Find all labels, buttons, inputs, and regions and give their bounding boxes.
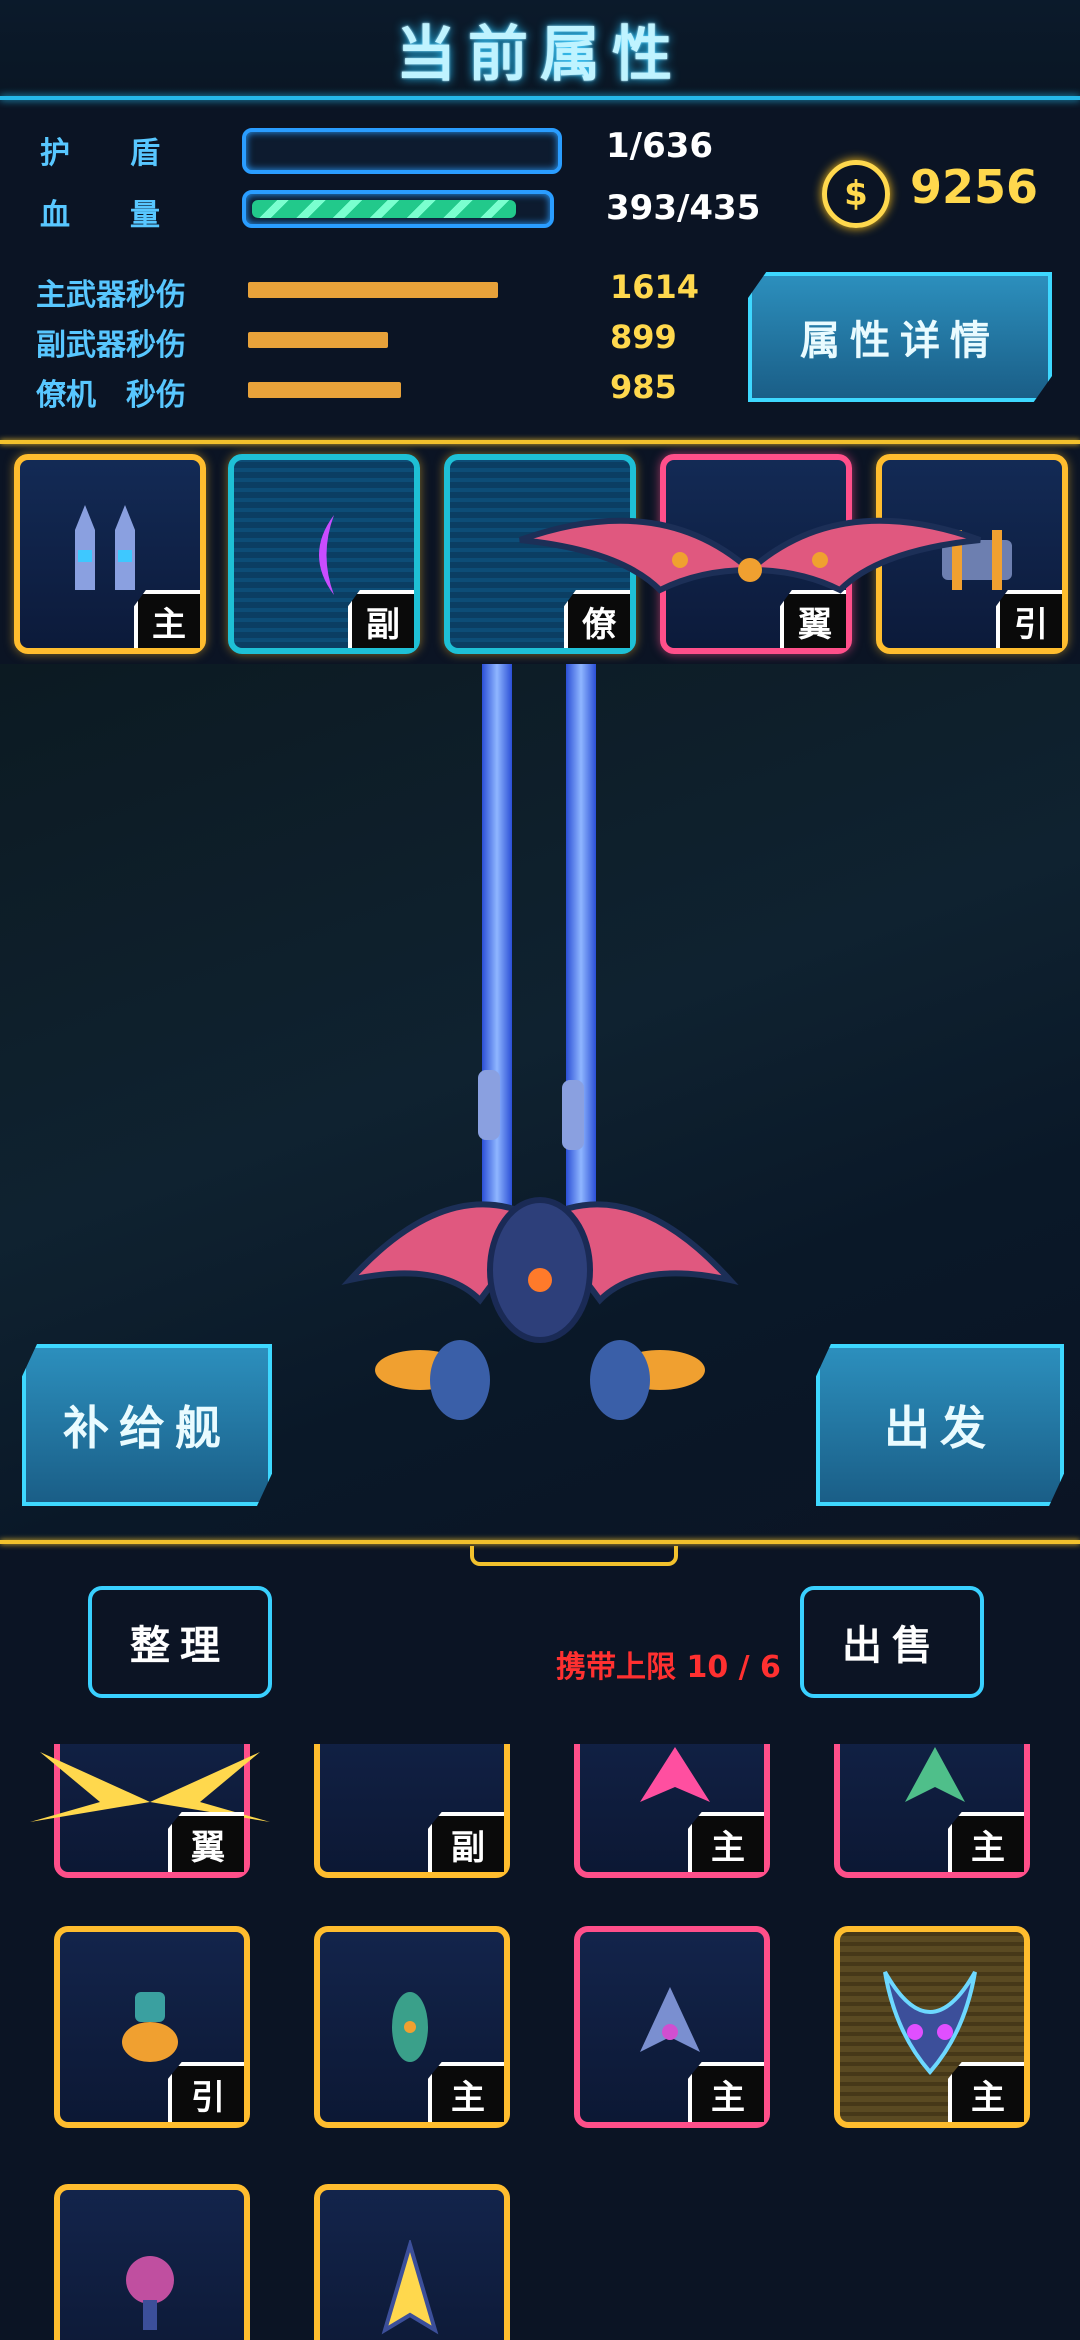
- inventory-item[interactable]: 主: [834, 1926, 1030, 2128]
- coin-icon: $: [822, 160, 890, 228]
- sell-button[interactable]: 出售: [800, 1586, 984, 1698]
- page-title: 当前属性: [0, 0, 1080, 98]
- green-ship-icon: [905, 1747, 965, 1802]
- sub-weapon-dps-value: 899: [610, 318, 677, 356]
- inventory-item[interactable]: 副: [314, 1744, 510, 1878]
- main-weapon-dps-bar: [248, 282, 498, 298]
- inventory-divider: [0, 1540, 1080, 1544]
- inventory-item[interactable]: 翼: [30, 1744, 270, 1878]
- hp-label: 血 量: [40, 198, 160, 233]
- supply-ship-button[interactable]: 补给舰: [22, 1344, 272, 1506]
- inventory-grid: 翼 副 主 主 引 主 主 主: [0, 1744, 1080, 2340]
- item-tag: 副: [428, 1812, 504, 1872]
- item-tag: 翼: [168, 1812, 244, 1872]
- shield-label: 护 盾: [40, 136, 160, 171]
- equip-slot-sub[interactable]: 副: [228, 454, 420, 654]
- wingman-dps-value: 985: [610, 368, 677, 406]
- hp-bar: [242, 190, 554, 228]
- main-weapon-icon: [75, 505, 135, 590]
- shield-bar: [242, 128, 562, 174]
- wingman-dps-bar: [248, 382, 401, 398]
- yellow-ship-icon: [381, 2240, 439, 2335]
- hp-value: 393/435: [606, 188, 761, 228]
- depart-button[interactable]: 出发: [816, 1344, 1064, 1506]
- coin-count: 9256: [910, 160, 1039, 214]
- orb-ship-icon: [126, 2256, 174, 2330]
- player-ship-icon: [341, 1070, 739, 1420]
- slot-tag: 副: [348, 590, 414, 648]
- engine-item-icon: [122, 1992, 178, 2062]
- sort-button[interactable]: 整理: [88, 1586, 272, 1698]
- item-tag: 引: [168, 2062, 244, 2122]
- pink-ship-icon: [640, 1747, 710, 1802]
- item-tag: 主: [688, 2062, 764, 2122]
- attribute-details-button[interactable]: 属性详情: [748, 272, 1052, 402]
- inventory-item[interactable]: 主: [314, 1926, 510, 2128]
- inventory-item[interactable]: [54, 2184, 250, 2340]
- equipment-divider: [0, 440, 1080, 444]
- main-weapon-dps-label: 主武器秒伤: [36, 278, 186, 313]
- inventory-item[interactable]: 引: [54, 1926, 250, 2128]
- main-weapon-dps-value: 1614: [610, 268, 700, 306]
- inventory-item[interactable]: [314, 2184, 510, 2340]
- sub-weapon-dps-label: 副武器秒伤: [36, 328, 186, 363]
- capacity-text: 携带上限 10 / 6: [556, 1650, 781, 1685]
- inventory-item[interactable]: 主: [574, 1926, 770, 2128]
- item-tag: 主: [688, 1812, 764, 1872]
- equip-slot-main[interactable]: 主: [14, 454, 206, 654]
- inventory-item[interactable]: 主: [574, 1744, 770, 1878]
- inventory-item[interactable]: 主: [834, 1744, 1030, 1878]
- wingman-dps-label: 僚机 秒伤: [36, 378, 186, 413]
- hp-fill: [252, 200, 516, 218]
- item-tag: 主: [948, 1812, 1024, 1872]
- shield-value: 1/636: [606, 126, 714, 166]
- header-divider: [0, 96, 1080, 100]
- purple-ship-icon: [640, 1987, 700, 2052]
- inventory-divider-notch: [470, 1546, 678, 1566]
- teal-ship-icon: [392, 1992, 428, 2062]
- sub-weapon-dps-bar: [248, 332, 388, 348]
- item-tag: 主: [948, 2062, 1024, 2122]
- slot-tag: 主: [134, 590, 200, 648]
- slot-tag: 引: [996, 590, 1062, 648]
- sub-weapon-icon: [319, 515, 334, 595]
- wing-artwork-icon: [518, 517, 982, 594]
- item-tag: 主: [428, 2062, 504, 2122]
